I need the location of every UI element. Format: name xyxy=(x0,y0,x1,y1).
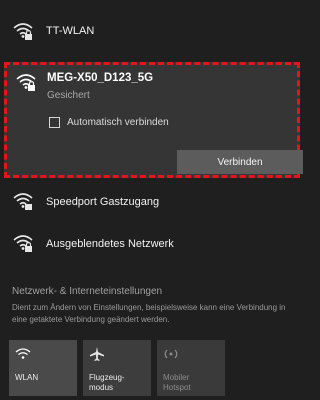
auto-connect-checkbox[interactable] xyxy=(49,117,60,128)
network-item-expanded[interactable]: MEG-X50_D123_5G Gesichert Automatisch ve… xyxy=(4,62,303,178)
network-item-tt-wlan[interactable]: TT-WLAN xyxy=(0,18,306,44)
connect-button[interactable]: Verbinden xyxy=(177,150,303,174)
wifi-secured-icon xyxy=(13,23,33,40)
tile-label: WLAN xyxy=(15,373,39,382)
tile-label: Flugzeug- modus xyxy=(89,373,125,392)
network-name: Speedport Gastzugang xyxy=(46,196,160,208)
network-status: Gesichert xyxy=(47,90,90,101)
network-settings-description: Dient zum Ändern von Einstellungen, beis… xyxy=(12,303,286,324)
hotspot-icon xyxy=(164,349,178,359)
wifi-secured-icon xyxy=(16,74,36,91)
network-name: TT-WLAN xyxy=(46,25,95,37)
wifi-icon xyxy=(15,348,31,359)
network-name: Ausgeblendetes Netzwerk xyxy=(46,238,174,250)
tile-label: Mobiler Hotspot xyxy=(163,373,191,392)
network-item-speedport[interactable]: Speedport Gastzugang xyxy=(0,188,306,214)
wifi-secured-icon xyxy=(13,235,33,252)
airplane-mode-tile[interactable]: Flugzeug- modus xyxy=(83,340,151,396)
wlan-toggle-tile[interactable]: WLAN xyxy=(9,340,77,396)
network-settings-link[interactable]: Netzwerk- & Interneteinstellungen xyxy=(12,286,162,297)
auto-connect-label[interactable]: Automatisch verbinden xyxy=(67,117,169,128)
airplane-icon xyxy=(90,347,104,361)
mobile-hotspot-tile[interactable]: Mobiler Hotspot xyxy=(157,340,225,396)
network-name: MEG-X50_D123_5G xyxy=(47,72,154,84)
wifi-icon xyxy=(13,193,33,210)
network-item-hidden[interactable]: Ausgeblendetes Netzwerk xyxy=(0,230,306,256)
